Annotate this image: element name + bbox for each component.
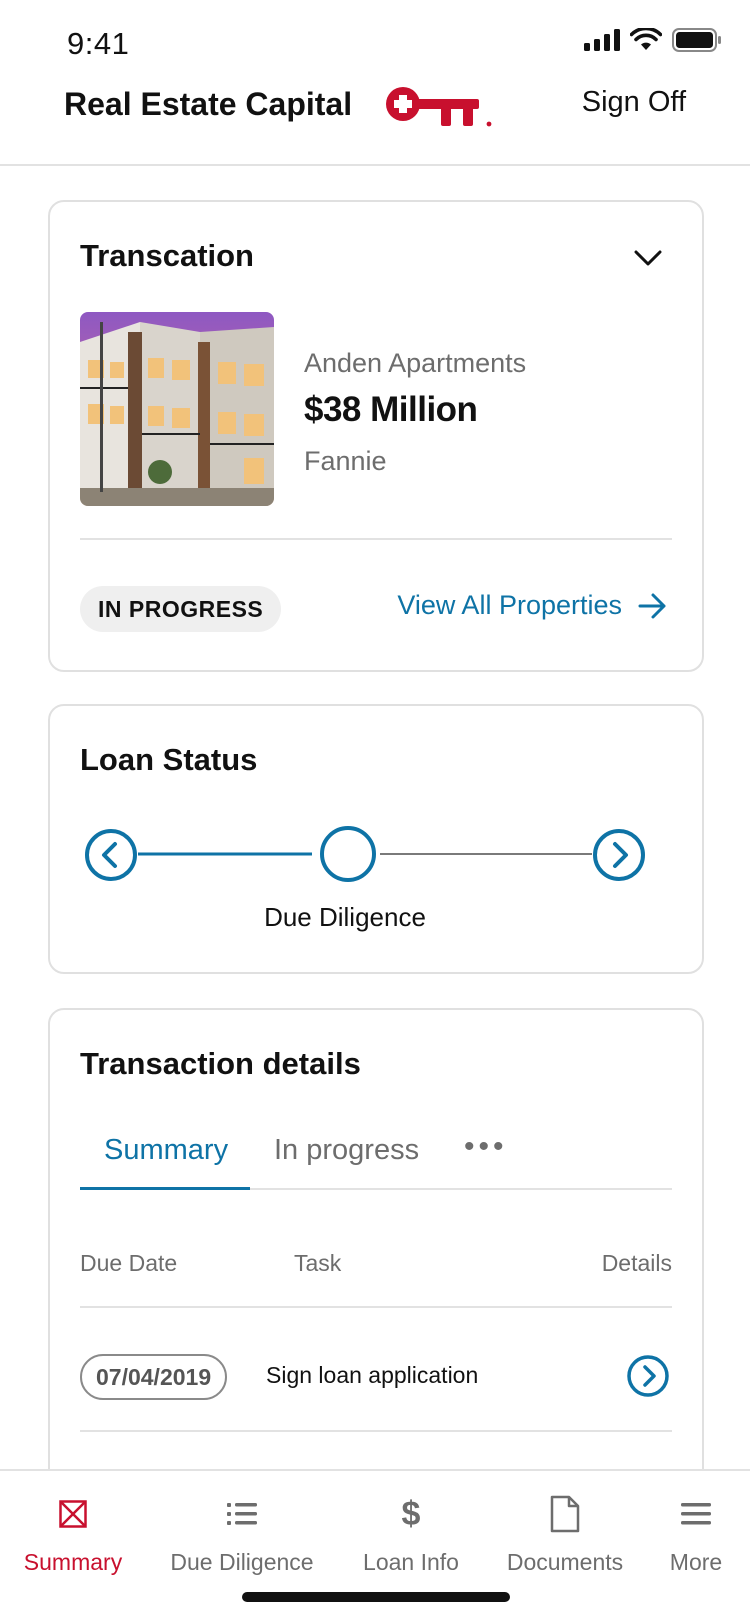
dollar-icon: $ <box>401 1495 421 1533</box>
next-step-button[interactable] <box>592 828 646 882</box>
tab-in-progress[interactable]: In progress <box>274 1134 419 1167</box>
active-tab-indicator <box>80 1187 250 1190</box>
status-bar: 9:41 <box>0 0 750 80</box>
column-header-details: Details <box>601 1250 672 1276</box>
nav-item-documents[interactable]: Documents <box>500 1489 630 1576</box>
chevron-down-icon[interactable] <box>630 240 666 276</box>
transaction-card-title: Transcation <box>80 238 254 273</box>
arrow-right-icon <box>638 593 666 618</box>
signal-icon <box>584 29 620 51</box>
nav-item-due-diligence[interactable]: Due Diligence <box>164 1489 320 1576</box>
previous-step-button[interactable] <box>84 828 138 882</box>
summary-icon <box>59 1489 87 1539</box>
divider <box>80 538 672 540</box>
status-time: 9:41 <box>67 26 130 61</box>
chevron-right-circle-icon[interactable] <box>626 1354 670 1398</box>
loan-status-title: Loan Status <box>80 742 258 777</box>
task-label: Sign loan application <box>266 1362 479 1388</box>
sign-off-button[interactable]: Sign Off <box>582 86 686 119</box>
property-amount: $38 Million <box>304 390 478 429</box>
view-all-properties-label: View All Properties <box>397 590 622 620</box>
nav-label-more: More <box>669 1549 723 1575</box>
transaction-card: Transcation Anden Apartments $38 Million… <box>48 200 704 672</box>
nav-label-due-diligence: Due Diligence <box>170 1549 314 1575</box>
current-step-indicator <box>320 826 376 882</box>
nav-label-documents: Documents <box>506 1549 624 1575</box>
brand-title: Real Estate Capital <box>64 86 353 122</box>
current-step-label: Due Diligence <box>264 902 426 932</box>
nav-item-more[interactable]: More <box>660 1489 732 1576</box>
due-date-badge: 07/04/2019 <box>80 1354 228 1400</box>
loan-stepper <box>80 824 652 884</box>
view-all-properties-link[interactable]: View All Properties <box>397 590 668 621</box>
nav-label-summary: Summary <box>23 1549 123 1575</box>
document-icon <box>550 1489 580 1539</box>
nav-item-loan-info[interactable]: $ Loan Info <box>356 1489 466 1576</box>
property-name: Anden Apartments <box>304 348 527 378</box>
column-header-due-date: Due Date <box>80 1250 178 1276</box>
nav-item-summary[interactable]: Summary <box>20 1489 126 1576</box>
tab-summary[interactable]: Summary <box>104 1134 228 1167</box>
key-logo-icon <box>386 87 492 127</box>
property-photo <box>80 312 274 506</box>
details-tabs: Summary In progress ••• <box>80 1122 672 1190</box>
divider <box>80 1306 672 1308</box>
main-content[interactable]: Transcation Anden Apartments $38 Million… <box>0 166 750 1469</box>
home-indicator <box>242 1592 510 1602</box>
nav-label-loan-info: Loan Info <box>363 1549 459 1575</box>
status-badge: IN PROGRESS <box>80 586 282 632</box>
property-lender: Fannie <box>304 446 387 476</box>
divider <box>80 1430 672 1432</box>
column-header-task: Task <box>294 1250 342 1276</box>
battery-icon <box>672 28 721 52</box>
transaction-details-title: Transaction details <box>80 1046 361 1081</box>
more-tabs-button[interactable]: ••• <box>464 1130 508 1164</box>
menu-icon <box>681 1489 711 1539</box>
loan-status-card: Loan Status Due Diligence <box>48 704 704 974</box>
status-icons <box>584 28 722 52</box>
list-icon <box>227 1489 257 1539</box>
transaction-details-card: Transaction details Summary In progress … <box>48 1008 704 1469</box>
app-header: Real Estate Capital Sign Off <box>0 80 750 166</box>
wifi-icon <box>630 28 662 50</box>
